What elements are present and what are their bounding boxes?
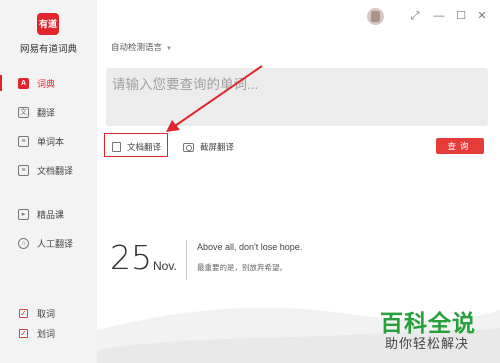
dictionary-icon: A bbox=[18, 77, 29, 89]
select-word-toggle[interactable]: ✓ 划词 bbox=[0, 325, 97, 341]
sidebar-item-label: 人工翻译 bbox=[37, 238, 74, 249]
checkbox-checked-icon: ✓ bbox=[19, 328, 28, 338]
sidebar-item-label: 词典 bbox=[37, 78, 56, 89]
sidebar-item-label: 单词本 bbox=[37, 136, 65, 147]
mini-mode-icon[interactable]: ⤢ bbox=[409, 10, 421, 22]
search-button[interactable]: 查询 bbox=[436, 138, 484, 154]
document-icon: ≡ bbox=[18, 164, 29, 176]
sidebar-item-dictionary[interactable]: A 词典 bbox=[0, 72, 97, 94]
camera-icon bbox=[183, 142, 194, 152]
sidebar-item-label: 文档翻译 bbox=[37, 165, 74, 176]
sidebar-item-translate[interactable]: 文 翻译 bbox=[0, 101, 97, 123]
checkbox-checked-icon: ✓ bbox=[19, 308, 28, 318]
search-input[interactable] bbox=[106, 68, 488, 126]
document-translate-label: 文档翻译 bbox=[127, 142, 162, 152]
close-icon[interactable]: ✕ bbox=[476, 10, 488, 22]
daily-quote-english: Above all, don't lose hope. bbox=[197, 242, 303, 252]
screenshot-translate-button[interactable]: 截屏翻译 bbox=[183, 140, 234, 154]
language-select-label: 自动检测语言 bbox=[111, 42, 163, 52]
sidebar-item-human-translate[interactable]: ∩ 人工翻译 bbox=[0, 232, 97, 254]
wordbook-icon: ≡ bbox=[18, 135, 29, 147]
watermark-subtitle: 助你轻松解决 bbox=[385, 336, 470, 351]
capture-word-toggle[interactable]: ✓ 取词 bbox=[0, 305, 97, 321]
app-logo: 有道 bbox=[37, 13, 59, 35]
sidebar-item-label: 精品课 bbox=[37, 209, 65, 220]
sidebar-item-document-translate[interactable]: ≡ 文档翻译 bbox=[0, 159, 97, 181]
screenshot-translate-label: 截屏翻译 bbox=[200, 142, 235, 152]
language-select[interactable]: 自动检测语言 ▼ bbox=[111, 41, 172, 53]
avatar[interactable] bbox=[367, 8, 384, 25]
check-label: 划词 bbox=[37, 328, 56, 339]
sidebar-item-label: 翻译 bbox=[37, 107, 56, 118]
course-icon: ▸ bbox=[18, 208, 29, 220]
human-translate-icon: ∩ bbox=[18, 237, 29, 249]
sidebar-item-wordbook[interactable]: ≡ 单词本 bbox=[0, 130, 97, 152]
app-name: 网易有道词典 bbox=[19, 44, 77, 55]
sidebar-item-courses[interactable]: ▸ 精品课 bbox=[0, 203, 97, 225]
document-icon bbox=[112, 142, 121, 152]
check-label: 取词 bbox=[37, 308, 56, 319]
document-translate-button[interactable]: 文档翻译 bbox=[112, 140, 161, 154]
maximize-icon[interactable]: ☐ bbox=[455, 10, 467, 22]
translate-icon: 文 bbox=[18, 106, 29, 118]
minimize-icon[interactable]: — bbox=[433, 10, 445, 22]
sidebar: 有道 网易有道词典 A 词典 文 翻译 ≡ 单词本 ≡ 文档翻译 ▸ 精品课 ∩… bbox=[0, 0, 97, 363]
chevron-down-icon: ▼ bbox=[166, 46, 172, 52]
